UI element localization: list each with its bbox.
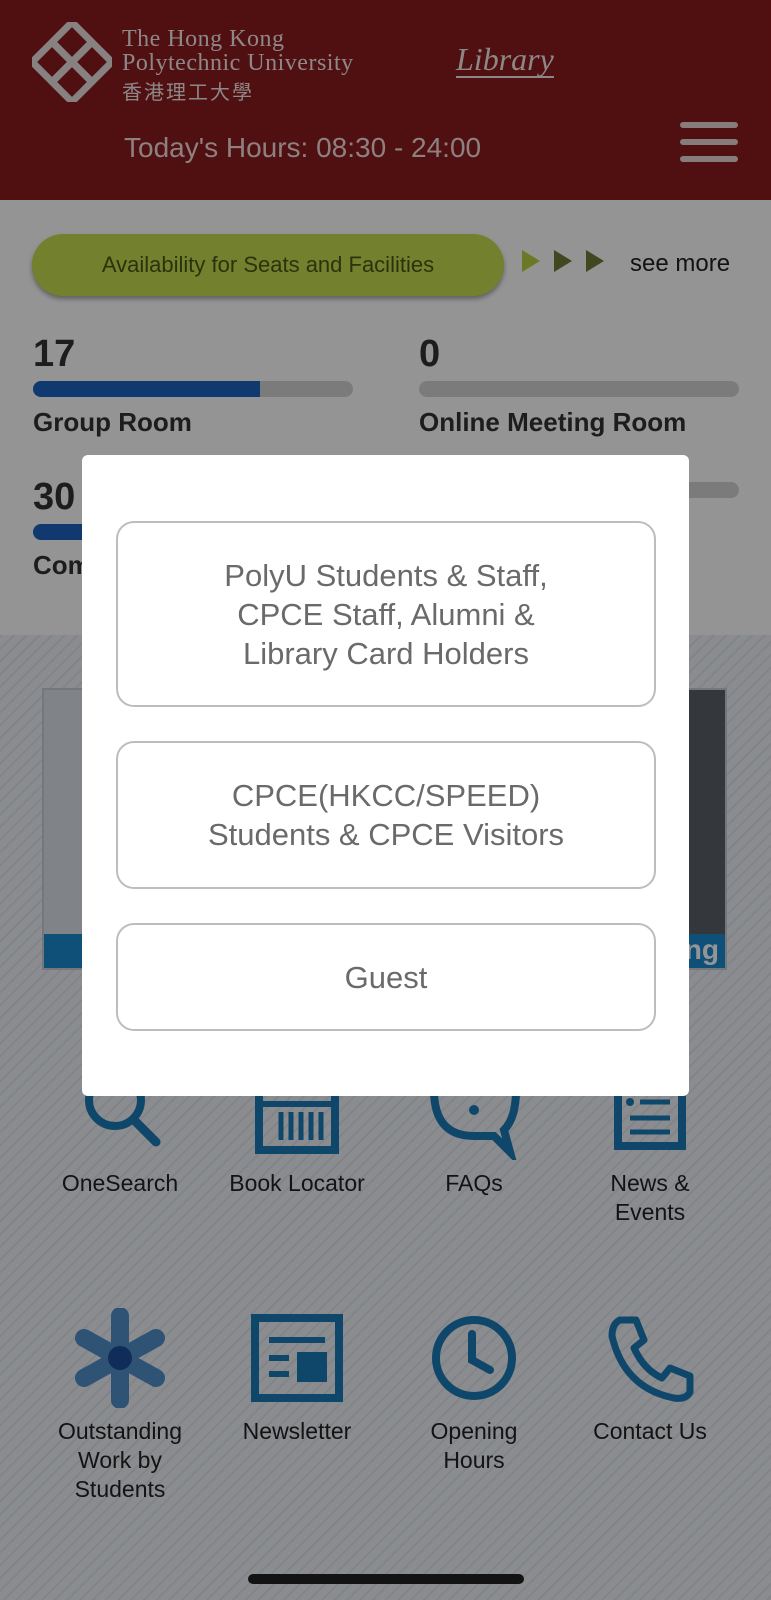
option-guest[interactable]: Guest xyxy=(116,923,656,1031)
option-cpce-students-visitors[interactable]: CPCE(HKCC/SPEED) Students & CPCE Visitor… xyxy=(116,741,656,889)
option-label: Guest xyxy=(344,959,428,995)
option-label: PolyU Students & Staff, CPCE Staff, Alum… xyxy=(224,557,548,671)
option-polyu-students-staff[interactable]: PolyU Students & Staff, CPCE Staff, Alum… xyxy=(116,521,656,707)
option-label: CPCE(HKCC/SPEED) Students & CPCE Visitor… xyxy=(207,778,565,852)
user-type-dialog: PolyU Students & Staff, CPCE Staff, Alum… xyxy=(82,455,689,1096)
